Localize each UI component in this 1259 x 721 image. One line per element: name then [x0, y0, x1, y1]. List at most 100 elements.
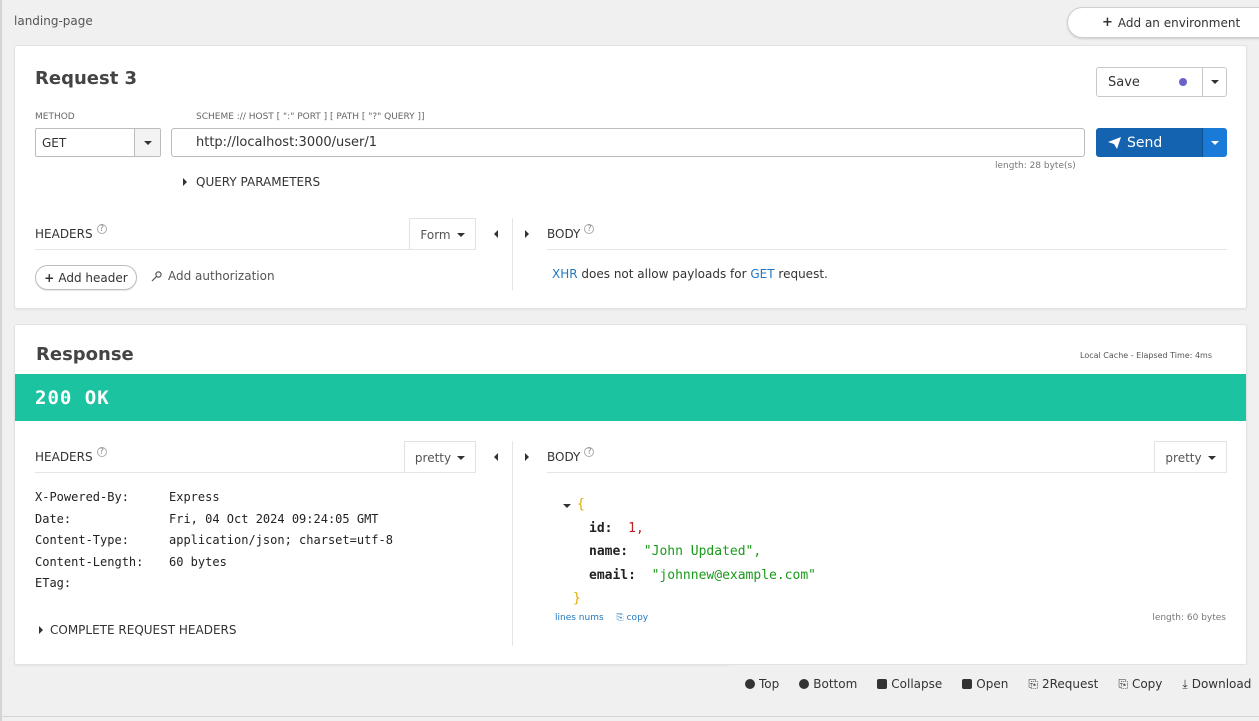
request-title: Request 3: [35, 68, 138, 89]
copy-label: Copy: [1131, 677, 1163, 691]
headers-mode-value: pretty: [414, 450, 452, 465]
chevron-left-icon: [494, 453, 498, 461]
bottom-strip: [2, 716, 1259, 721]
lines-nums-link[interactable]: lines nums: [555, 613, 604, 623]
bottom-label: Bottom: [813, 677, 858, 691]
json-value: "johnnew@example.com": [651, 567, 816, 583]
add-authorization-link[interactable]: Add authorization: [151, 269, 275, 283]
chevron-down-icon: [456, 232, 465, 237]
json-key: id:: [589, 520, 613, 536]
status-bar: 200 OK: [15, 374, 1246, 421]
url-input[interactable]: [171, 128, 1085, 157]
to-request-button[interactable]: ⎘ 2Request: [1028, 677, 1098, 692]
copy-icon: ⎘: [1028, 676, 1038, 691]
header-value: Fri, 04 Oct 2024 09:24:05 GMT: [169, 511, 379, 526]
headers-label: HEADERS: [35, 450, 93, 464]
url-length: length: 28 byte(s): [995, 161, 1076, 171]
method-dropdown-toggle[interactable]: [134, 129, 160, 156]
save-dropdown-toggle[interactable]: [1202, 68, 1226, 96]
divider: [512, 218, 513, 290]
copy-button[interactable]: ⎘ Copy: [1118, 677, 1162, 692]
copy-link[interactable]: ⎘ copy: [617, 613, 649, 623]
chevron-down-icon: [1211, 140, 1219, 145]
header-value: Express: [169, 490, 220, 504]
add-header-label: Add header: [58, 270, 128, 285]
json-key: email:: [589, 567, 636, 583]
chevron-down-icon: [1207, 455, 1216, 460]
add-authorization-label: Add authorization: [168, 269, 275, 283]
response-headers-table: X-Powered-By: Express Date: Fri, 04 Oct …: [35, 490, 393, 598]
header-key: ETag:: [35, 576, 72, 590]
complete-request-headers-label: COMPLETE REQUEST HEADERS: [50, 623, 237, 637]
add-header-button[interactable]: + Add header: [35, 265, 137, 290]
collapse-left-button[interactable]: [489, 227, 503, 241]
response-body-heading: BODY ?: [547, 447, 595, 464]
json-line: name: "John Updated",: [563, 540, 816, 564]
body-length: length: 60 bytes: [1152, 613, 1226, 623]
divider: [512, 441, 513, 646]
method-value: GET: [42, 136, 67, 150]
chevron-down-icon: [1210, 80, 1219, 84]
collapse-left-button[interactable]: [489, 450, 503, 464]
xhr-link[interactable]: XHR: [552, 267, 578, 281]
expand-right-button[interactable]: [520, 227, 534, 241]
save-button[interactable]: Save: [1097, 68, 1202, 96]
arrow-up-circle-icon: [745, 679, 755, 689]
copy-icon: ⎘: [1118, 676, 1128, 691]
headers-mode-select[interactable]: Form: [409, 218, 476, 250]
headers-label: HEADERS: [35, 227, 93, 241]
add-environment-button[interactable]: + Add an environment: [1067, 7, 1259, 38]
chevron-down-icon: [143, 140, 152, 145]
open-label: Open: [976, 677, 1009, 691]
query-parameters-label: QUERY PARAMETERS: [196, 175, 321, 189]
arrow-down-circle-icon: [799, 679, 810, 689]
open-button[interactable]: Open: [962, 677, 1008, 691]
send-button[interactable]: Send: [1096, 128, 1202, 157]
response-headers-heading: HEADERS ?: [35, 447, 107, 464]
plus-icon: +: [1102, 15, 1113, 30]
download-label: Download: [1191, 677, 1252, 691]
help-icon[interactable]: ?: [96, 447, 107, 457]
chevron-down-icon: [563, 504, 571, 509]
complete-request-headers-toggle[interactable]: COMPLETE REQUEST HEADERS: [39, 623, 237, 637]
copy-icon: ⎘: [616, 613, 624, 623]
query-parameters-toggle[interactable]: QUERY PARAMETERS: [183, 175, 320, 189]
divider: [547, 249, 1227, 250]
collapse-toggle[interactable]: [563, 497, 571, 512]
method-select[interactable]: GET: [35, 128, 161, 157]
help-icon[interactable]: ?: [584, 447, 595, 457]
divider: [35, 472, 476, 473]
help-icon[interactable]: ?: [584, 224, 595, 234]
json-brace: {: [577, 497, 585, 513]
json-value: "John Updated",: [643, 544, 762, 560]
response-headers-mode-select[interactable]: pretty: [404, 441, 476, 473]
to-request-label: 2Request: [1041, 677, 1099, 691]
get-link[interactable]: GET: [750, 267, 774, 281]
chevron-right-icon: [525, 230, 529, 238]
top-button[interactable]: Top: [745, 677, 779, 691]
header-key: Date:: [35, 511, 72, 526]
body-label: BODY: [547, 450, 581, 464]
download-button[interactable]: ⤓ Download: [1182, 677, 1251, 692]
collapse-button[interactable]: Collapse: [877, 677, 942, 691]
table-row: Content-Type: application/json; charset=…: [35, 533, 393, 555]
save-button-group: Save: [1096, 67, 1227, 97]
chevron-right-icon: [183, 178, 187, 186]
table-row: Date: Fri, 04 Oct 2024 09:24:05 GMT: [35, 512, 393, 534]
response-body-mode-select[interactable]: pretty: [1154, 441, 1227, 473]
header-key: X-Powered-By:: [35, 490, 129, 504]
expand-right-button[interactable]: [520, 450, 534, 464]
bottom-button[interactable]: Bottom: [799, 677, 857, 691]
body-footer-links: lines nums ⎘ copy: [555, 613, 648, 623]
key-icon: [151, 270, 162, 281]
divider: [35, 249, 476, 250]
body-mode-value: pretty: [1165, 450, 1202, 465]
send-dropdown-toggle[interactable]: [1202, 128, 1227, 157]
header-key: Content-Type:: [35, 533, 129, 547]
header-value: application/json; charset=utf-8: [169, 533, 393, 547]
json-viewer: { id: 1, name: "John Updated", email: "j…: [563, 493, 816, 611]
unsaved-dot-icon: [1179, 78, 1187, 86]
chevron-left-icon: [494, 230, 498, 238]
breadcrumb[interactable]: landing-page: [14, 14, 93, 28]
help-icon[interactable]: ?: [96, 224, 107, 234]
